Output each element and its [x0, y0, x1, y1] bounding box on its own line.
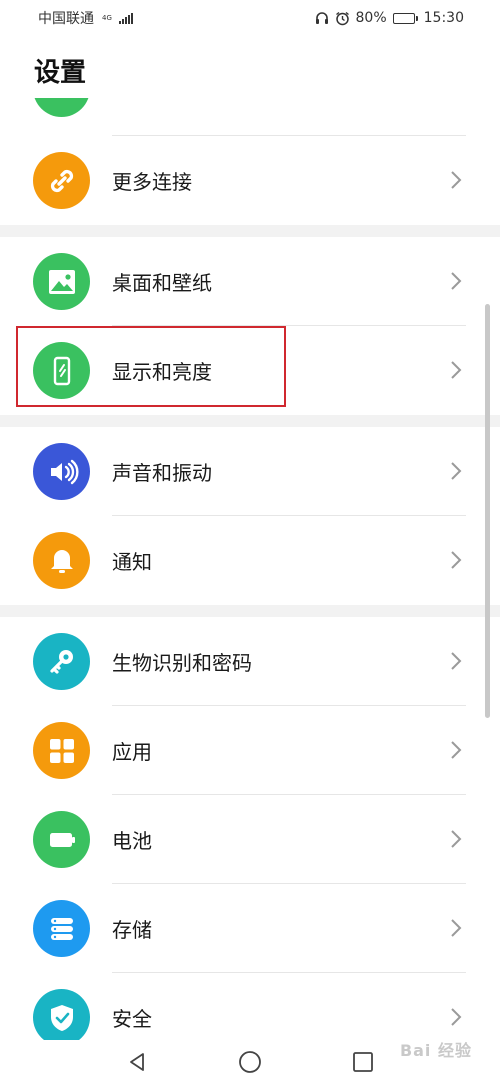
apps-grid-icon — [33, 722, 90, 779]
status-right: 80% 15:30 — [315, 10, 464, 26]
battery-status-icon — [392, 12, 418, 24]
item-label: 桌面和壁纸 — [112, 271, 212, 295]
status-bar: 中国联通 4G 80% 15:30 — [0, 0, 500, 36]
list-item-desktop-wallpaper[interactable]: 桌面和壁纸 — [0, 237, 500, 326]
group-separator — [0, 415, 500, 427]
scrollbar[interactable] — [485, 304, 490, 718]
network-type: 4G — [102, 13, 112, 22]
list-item-sound-vibration[interactable]: 声音和振动 — [0, 427, 500, 516]
phone-brightness-icon — [33, 342, 90, 399]
list-item-biometrics-password[interactable]: 生物识别和密码 — [0, 617, 500, 706]
key-icon — [33, 633, 90, 690]
chevron-right-icon — [451, 919, 462, 937]
item-label: 显示和亮度 — [112, 360, 212, 384]
item-label: 生物识别和密码 — [112, 651, 252, 675]
settings-group-system: 生物识别和密码 应用 电池 存储 安全 — [0, 617, 500, 1040]
item-label: 电池 — [112, 829, 152, 853]
signal-icon — [118, 12, 133, 24]
chevron-right-icon — [451, 462, 462, 480]
list-item-apps[interactable]: 应用 — [0, 706, 500, 795]
settings-group-display: 桌面和壁纸 显示和亮度 — [0, 237, 500, 415]
home-circle-icon — [239, 1050, 261, 1073]
chevron-right-icon — [451, 741, 462, 759]
settings-list[interactable]: 更多连接 桌面和壁纸 显示和亮度 声音和振动 通知 生物识别和密码 应用 电池 … — [0, 98, 500, 1040]
recents-button[interactable] — [343, 1042, 383, 1082]
carrier-name: 中国联通 — [38, 11, 94, 27]
item-label: 存储 — [112, 918, 152, 942]
watermark: Bai 经验 — [399, 1041, 472, 1060]
partial-item-icon — [33, 98, 90, 117]
list-item-storage[interactable]: 存储 — [0, 884, 500, 973]
list-item-battery[interactable]: 电池 — [0, 795, 500, 884]
chevron-right-icon — [451, 1008, 462, 1026]
bell-icon — [33, 532, 90, 589]
settings-group-connectivity: 更多连接 — [0, 98, 500, 225]
image-icon — [33, 253, 90, 310]
back-triangle-icon — [129, 1052, 144, 1071]
home-button[interactable] — [230, 1042, 270, 1082]
page-title: 设置 — [34, 58, 87, 88]
clock: 15:30 — [423, 10, 464, 26]
chevron-right-icon — [451, 272, 462, 290]
list-item-display-brightness[interactable]: 显示和亮度 — [0, 326, 500, 415]
list-item-security[interactable]: 安全 — [0, 973, 500, 1040]
group-separator — [0, 225, 500, 237]
link-icon — [33, 152, 90, 209]
group-separator — [0, 605, 500, 617]
speaker-icon — [33, 443, 90, 500]
list-item-more-connections[interactable]: 更多连接 — [0, 136, 500, 225]
battery-percent: 80% — [355, 10, 387, 26]
chevron-right-icon — [451, 171, 462, 189]
item-label: 通知 — [112, 550, 152, 574]
item-label: 声音和振动 — [112, 461, 212, 485]
chevron-right-icon — [451, 361, 462, 379]
shield-check-icon — [33, 989, 90, 1040]
chevron-right-icon — [451, 652, 462, 670]
chevron-right-icon — [451, 551, 462, 569]
list-item-notifications[interactable]: 通知 — [0, 516, 500, 605]
settings-group-sound: 声音和振动 通知 — [0, 427, 500, 605]
list-item-partial[interactable] — [0, 98, 500, 136]
item-label: 更多连接 — [112, 170, 192, 194]
storage-icon — [33, 900, 90, 957]
item-label: 应用 — [112, 740, 152, 764]
back-button[interactable] — [117, 1042, 157, 1082]
chevron-right-icon — [451, 830, 462, 848]
alarm-icon — [335, 11, 349, 25]
item-label: 安全 — [112, 1007, 152, 1031]
headset-icon — [315, 12, 328, 24]
battery-icon — [33, 811, 90, 868]
recents-square-icon — [353, 1051, 374, 1072]
status-left: 中国联通 4G — [38, 8, 133, 28]
